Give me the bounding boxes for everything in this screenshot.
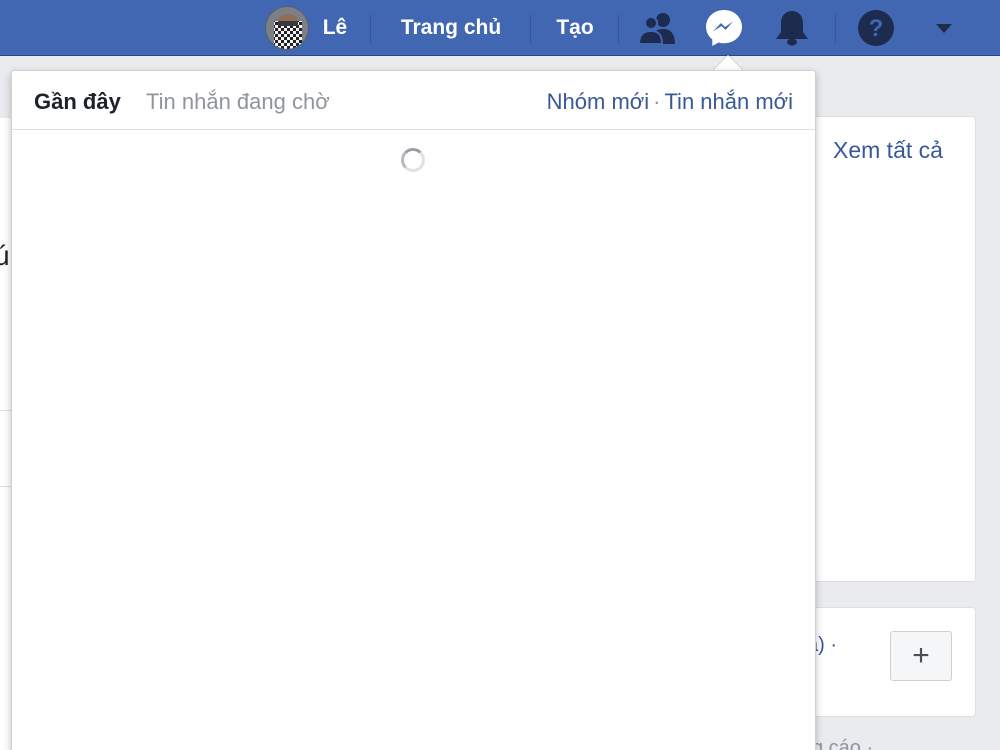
notifications-icon	[776, 11, 808, 46]
messenger-icon	[706, 10, 742, 46]
notifications-button[interactable]	[762, 0, 822, 56]
left-text-fragment: ú	[0, 240, 10, 271]
separator-dot: ·	[653, 89, 661, 114]
add-button[interactable]: +	[890, 631, 952, 681]
see-all-link[interactable]: Xem tất cả	[833, 137, 943, 164]
profile-avatar[interactable]	[265, 6, 309, 50]
chevron-down-icon	[936, 24, 952, 33]
top-navigation-bar: Lê Trang chủ Tạo ?	[0, 0, 1000, 56]
nav-divider	[370, 14, 371, 44]
help-icon: ?	[858, 10, 894, 46]
home-link[interactable]: Trang chủ	[388, 0, 514, 56]
messenger-button[interactable]	[694, 0, 754, 56]
tab-message-requests[interactable]: Tin nhắn đang chờ	[146, 89, 330, 115]
loading-spinner	[401, 148, 425, 172]
new-group-link[interactable]: Nhóm mới	[547, 89, 649, 114]
avatar-image	[266, 7, 308, 49]
tab-recent[interactable]: Gần đây	[34, 89, 121, 115]
friends-icon	[638, 13, 675, 45]
nav-divider	[618, 14, 619, 44]
create-link[interactable]: Tạo	[548, 0, 602, 56]
svg-text:?: ?	[869, 15, 884, 42]
account-menu-button[interactable]	[914, 0, 974, 56]
messenger-dropdown: Gần đây Tin nhắn đang chờ Nhóm mới · Tin n…	[11, 70, 816, 750]
header-actions: Nhóm mới · Tin nhắn mới	[547, 89, 793, 115]
new-message-link[interactable]: Tin nhắn mới	[664, 89, 793, 114]
dropdown-caret	[713, 55, 743, 71]
sponsored-text-fragment: g cáo ·	[812, 737, 874, 750]
right-card-top	[790, 116, 976, 582]
help-button[interactable]: ?	[846, 0, 906, 56]
profile-name-link[interactable]: Lê	[316, 0, 354, 56]
dropdown-header: Gần đây Tin nhắn đang chờ Nhóm mới · Tin n…	[12, 71, 815, 130]
friend-requests-button[interactable]	[628, 0, 688, 56]
nav-divider	[530, 14, 531, 44]
nav-divider	[835, 14, 836, 44]
